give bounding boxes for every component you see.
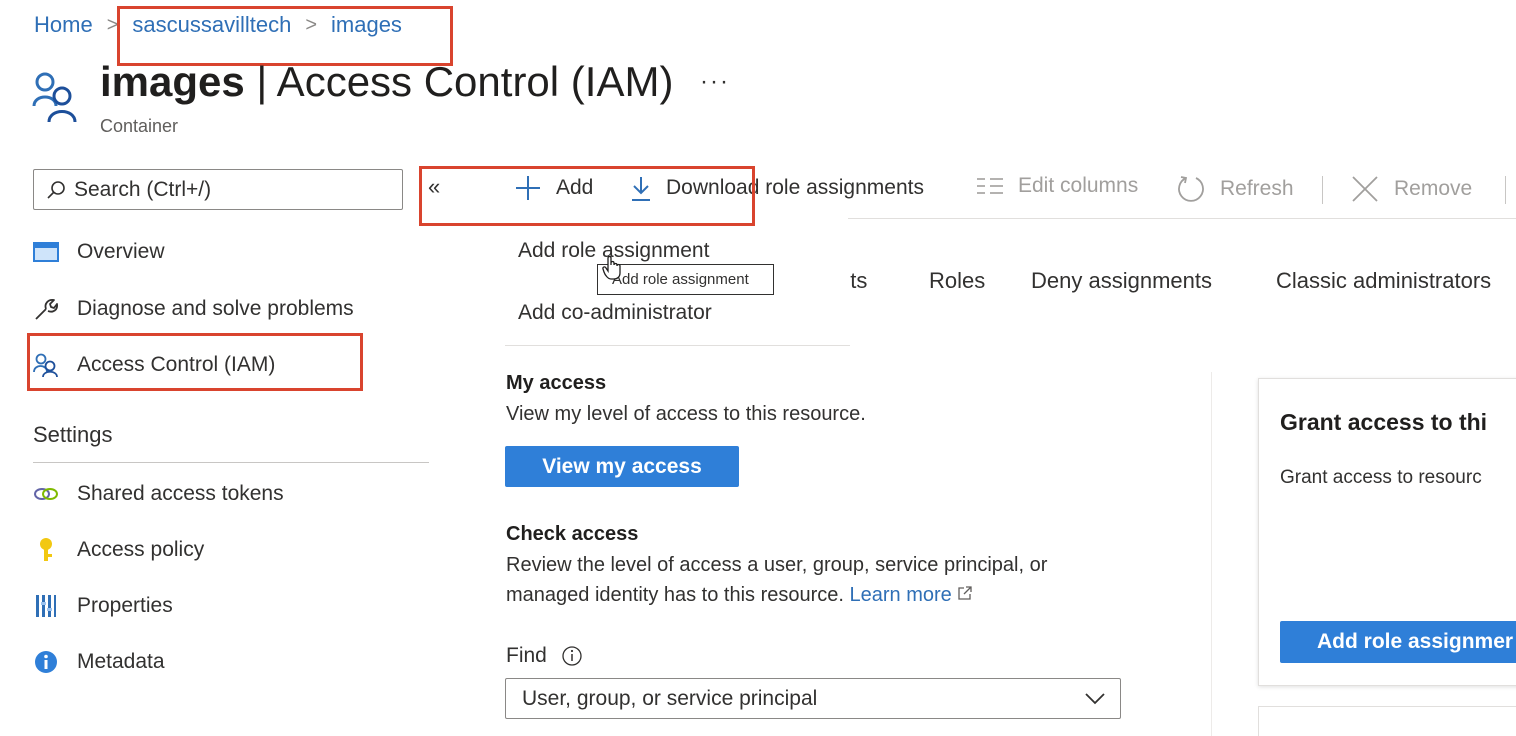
learn-more-link[interactable]: Learn more — [850, 584, 974, 606]
nav-item-shared-access-tokens[interactable]: Shared access tokens — [33, 481, 284, 507]
iam-users-icon — [32, 70, 78, 126]
plus-icon — [514, 174, 542, 202]
key-icon — [33, 537, 59, 563]
nav-item-properties[interactable]: Properties — [33, 593, 173, 619]
tab-deny-assignments[interactable]: Deny assignments — [1031, 268, 1212, 294]
refresh-label: Refresh — [1220, 177, 1294, 200]
grant-access-card: Grant access to thi Grant access to reso… — [1258, 378, 1516, 686]
toolbar-separator — [1505, 176, 1506, 204]
more-options-button[interactable]: ··· — [700, 68, 730, 96]
breadcrumb-home[interactable]: Home — [34, 12, 93, 38]
tab-classic-administrators[interactable]: Classic administrators — [1276, 268, 1491, 294]
info-icon — [33, 649, 59, 675]
grant-access-title: Grant access to thi — [1280, 409, 1488, 435]
toolbar-separator — [1322, 176, 1323, 204]
remove-label: Remove — [1394, 177, 1473, 200]
check-access-title: Check access — [506, 523, 639, 545]
iam-icon — [33, 352, 59, 378]
find-principal-select[interactable]: User, group, or service principal — [505, 678, 1121, 719]
search-box[interactable] — [33, 169, 403, 210]
search-icon — [47, 180, 65, 199]
find-label: Find — [506, 644, 583, 668]
external-link-icon — [958, 586, 973, 600]
remove-button[interactable]: Remove — [1350, 174, 1472, 204]
breadcrumb-separator: > — [305, 13, 318, 36]
nav-item-overview[interactable]: Overview — [33, 239, 165, 265]
breadcrumb: Home > sascussavilltech > images — [34, 12, 402, 38]
menu-item-add-co-administrator[interactable]: Add co-administrator — [518, 301, 712, 325]
page-title: images | Access Control (IAM) — [100, 58, 673, 106]
nav-label: Access policy — [77, 538, 205, 561]
nav-label: Overview — [77, 240, 165, 263]
chevron-down-icon — [1085, 692, 1105, 704]
search-input[interactable] — [74, 177, 374, 202]
refresh-button[interactable]: Refresh — [1176, 174, 1294, 204]
wrench-icon — [33, 296, 59, 322]
breadcrumb-separator: > — [106, 13, 119, 36]
download-icon — [630, 174, 652, 202]
add-button[interactable]: Add — [514, 174, 593, 202]
resource-type: Container — [100, 116, 179, 136]
breadcrumb-storage-account[interactable]: sascussavilltech — [132, 12, 291, 38]
nav-item-access-policy[interactable]: Access policy — [33, 537, 204, 563]
refresh-icon — [1176, 174, 1206, 204]
page-title-suffix: | Access Control (IAM) — [244, 58, 674, 105]
content-divider — [1211, 372, 1212, 736]
download-role-assignments-button[interactable]: Download role assignments — [630, 174, 924, 202]
nav-label: Shared access tokens — [77, 482, 284, 505]
find-select-value: User, group, or service principal — [522, 686, 818, 710]
edit-columns-label: Edit columns — [1018, 174, 1139, 197]
columns-icon — [976, 176, 1004, 196]
page-title-resource: images — [100, 58, 245, 105]
check-access-description-text: managed identity has to this resource. — [506, 584, 844, 606]
nav-label: Properties — [77, 594, 173, 617]
hand-cursor-icon — [602, 255, 624, 286]
nav-label: Access Control (IAM) — [77, 353, 276, 376]
link-chain-icon — [33, 481, 59, 507]
section-divider — [33, 462, 429, 463]
learn-more-label: Learn more — [849, 584, 952, 606]
tab-roles[interactable]: Roles — [929, 268, 985, 294]
my-access-description: View my level of access to this resource… — [506, 403, 866, 425]
view-my-access-button[interactable]: View my access — [505, 446, 739, 487]
nav-label: Diagnose and solve problems — [77, 297, 354, 320]
add-role-assignment-button[interactable]: Add role assignmer — [1280, 621, 1516, 663]
overview-icon — [33, 239, 59, 265]
check-access-description-line2: managed identity has to this resource. L… — [506, 580, 1047, 610]
find-label-text: Find — [506, 644, 547, 667]
nav-item-metadata[interactable]: Metadata — [33, 649, 165, 675]
properties-bars-icon — [33, 593, 59, 619]
nav-item-diagnose[interactable]: Diagnose and solve problems — [33, 296, 354, 322]
download-button-label: Download role assignments — [666, 176, 924, 199]
nav-label: Metadata — [77, 650, 165, 673]
next-card — [1258, 706, 1516, 736]
close-icon — [1350, 174, 1380, 204]
breadcrumb-container[interactable]: images — [331, 12, 402, 38]
my-access-title: My access — [506, 372, 607, 394]
add-button-label: Add — [556, 176, 594, 199]
info-circle-icon[interactable] — [561, 645, 583, 667]
collapse-sidebar-button[interactable]: « — [428, 174, 440, 200]
check-access-description: Review the level of access a user, group… — [506, 550, 1047, 610]
grant-access-text: Grant access to resourc — [1280, 467, 1482, 488]
toolbar-divider — [848, 218, 1516, 219]
check-access-description-line1: Review the level of access a user, group… — [506, 554, 1048, 576]
edit-columns-button[interactable]: Edit columns — [976, 174, 1138, 198]
nav-item-access-control[interactable]: Access Control (IAM) — [33, 352, 275, 378]
settings-section-title: Settings — [33, 422, 113, 447]
